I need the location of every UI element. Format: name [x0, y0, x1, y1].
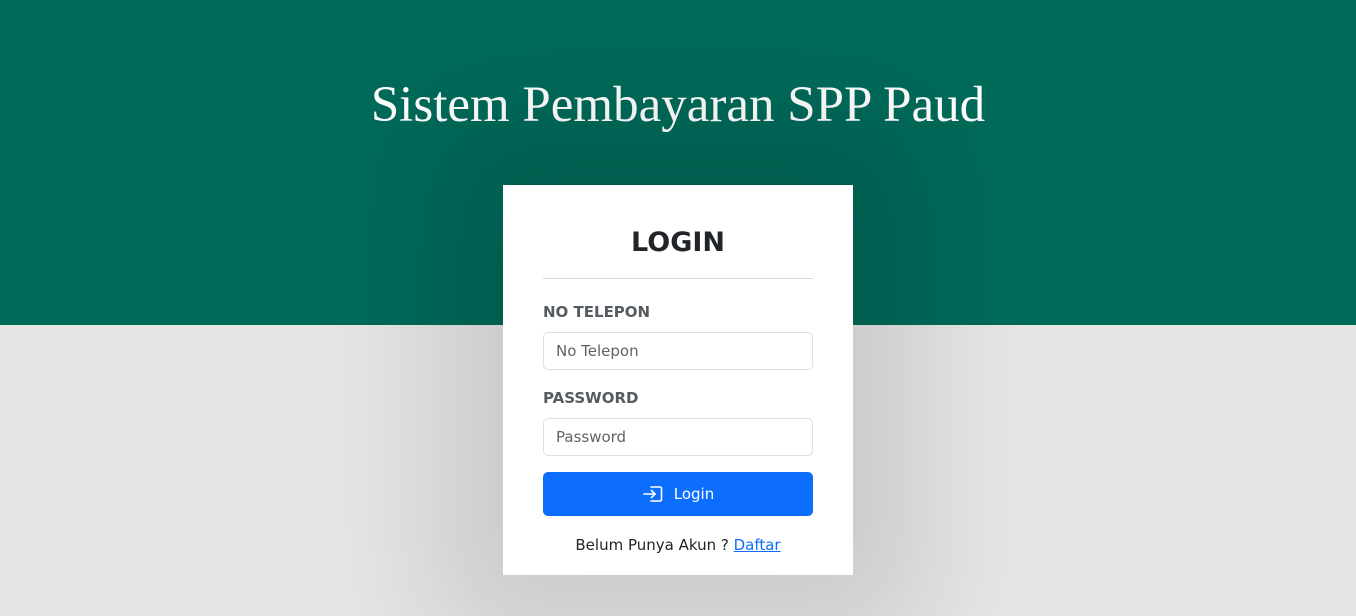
login-button[interactable]: Login: [543, 472, 813, 516]
login-heading: LOGIN: [631, 227, 725, 258]
login-button-label: Login: [673, 485, 715, 503]
login-card: LOGIN NO TELEPON PASSWORD Login Belum Pu…: [503, 185, 853, 575]
password-label: PASSWORD: [543, 389, 639, 407]
password-input[interactable]: [543, 418, 813, 456]
login-icon: [642, 484, 664, 504]
signup-row: Belum Punya Akun ? Daftar: [543, 536, 813, 554]
signup-link[interactable]: Daftar: [734, 536, 781, 554]
signup-prompt: Belum Punya Akun ?: [575, 536, 734, 554]
page-title: Sistem Pembayaran SPP Paud: [370, 77, 986, 133]
phone-label: NO TELEPON: [543, 303, 651, 321]
heading-divider: [543, 278, 813, 279]
phone-input[interactable]: [543, 332, 813, 370]
